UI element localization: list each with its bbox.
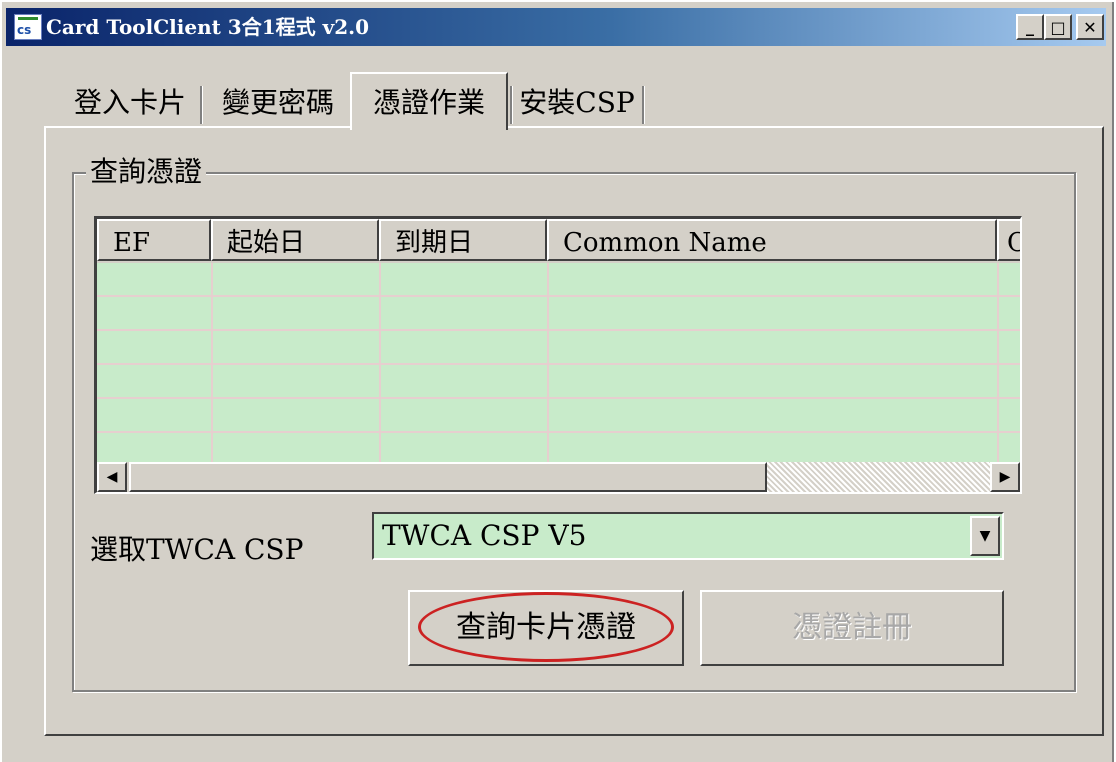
close-icon: ✕ [1083, 17, 1097, 37]
minimize-button[interactable]: _ [1016, 14, 1044, 40]
tab-certificate-ops[interactable]: 憑證作業 [358, 80, 500, 126]
table-row[interactable] [97, 263, 1020, 297]
table-row[interactable] [97, 399, 1020, 433]
highlight-annotation [418, 592, 674, 662]
column-header-common-name[interactable]: Common Name [547, 219, 997, 261]
app-icon[interactable]: cs [14, 14, 42, 40]
app-icon-text: cs [17, 23, 32, 37]
column-gridline [379, 263, 381, 463]
table-row[interactable] [97, 331, 1020, 365]
dropdown-button[interactable]: ▼ [970, 516, 1000, 556]
column-gridline [997, 263, 999, 463]
tab-separator [510, 86, 512, 124]
scroll-thumb[interactable] [129, 462, 767, 492]
tab-separator [200, 86, 202, 124]
scroll-right-button[interactable]: ▶ [990, 462, 1020, 492]
tab-install-csp[interactable]: 安裝CSP [516, 80, 638, 126]
close-button[interactable]: ✕ [1076, 14, 1104, 40]
scroll-left-button[interactable]: ◀ [97, 462, 127, 492]
horizontal-scrollbar[interactable]: ◀ ▶ [97, 462, 1020, 492]
list-header: EF 起始日 到期日 Common Name C [97, 219, 1020, 263]
window-title: Card ToolClient 3合1程式 v2.0 [46, 15, 370, 39]
certificate-list[interactable]: EF 起始日 到期日 Common Name C ◀ ▶ [94, 216, 1022, 494]
column-header-ef[interactable]: EF [97, 219, 211, 261]
scroll-track[interactable] [767, 462, 993, 492]
arrow-left-icon: ◀ [106, 469, 118, 485]
maximize-icon: □ [1050, 17, 1066, 37]
csp-select-label: 選取TWCA CSP [90, 533, 304, 566]
group-title: 查詢憑證 [86, 150, 207, 194]
column-gridline [211, 263, 213, 463]
chevron-down-icon: ▼ [979, 528, 991, 544]
tab-login-card[interactable]: 登入卡片 [62, 80, 198, 126]
csp-select[interactable]: TWCA CSP V5 ▼ [372, 512, 1004, 560]
column-gridline [547, 263, 549, 463]
app-window: cs Card ToolClient 3合1程式 v2.0 _ □ ✕ 登入卡片… [0, 0, 1114, 762]
column-header-start-date[interactable]: 起始日 [211, 219, 379, 261]
list-rows [97, 263, 1020, 463]
table-row[interactable] [97, 297, 1020, 331]
csp-select-value: TWCA CSP V5 [382, 519, 587, 552]
register-certificate-button: 憑證註冊 [700, 590, 1004, 666]
maximize-button[interactable]: □ [1044, 14, 1072, 40]
column-header-expiry-date[interactable]: 到期日 [379, 219, 547, 261]
tab-separator [642, 86, 644, 124]
minimize-icon: _ [1026, 17, 1034, 36]
table-row[interactable] [97, 365, 1020, 399]
column-header-truncated[interactable]: C [997, 219, 1020, 261]
title-bar[interactable]: cs Card ToolClient 3合1程式 v2.0 _ □ ✕ [6, 8, 1106, 46]
arrow-right-icon: ▶ [999, 469, 1011, 485]
tab-change-password[interactable]: 變更密碼 [208, 80, 348, 126]
